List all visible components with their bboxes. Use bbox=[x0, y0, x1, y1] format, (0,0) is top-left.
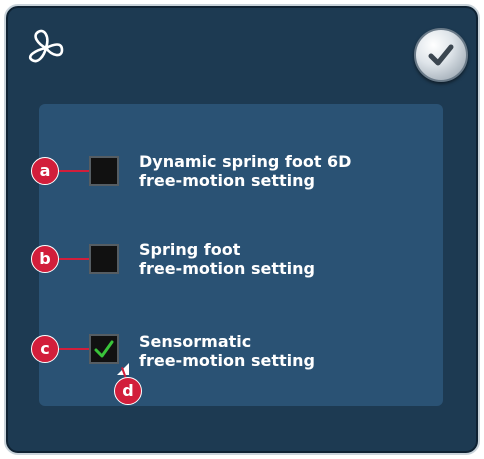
callout-leader bbox=[59, 258, 89, 260]
option-sensormatic: c Sensormatic free-motion setting d bbox=[31, 329, 443, 405]
callout-b: b bbox=[31, 245, 59, 273]
sensormatic-checkbox[interactable] bbox=[89, 334, 119, 364]
option-spring-foot: b Spring foot free-motion setting bbox=[31, 234, 443, 294]
callout-a: a bbox=[31, 157, 59, 185]
callout-c: c bbox=[31, 335, 59, 363]
option-label: Sensormatic free-motion setting bbox=[139, 332, 315, 370]
free-motion-settings-panel: a Dynamic spring foot 6D free-motion set… bbox=[4, 4, 480, 455]
fan-icon bbox=[24, 26, 68, 70]
spring-foot-checkbox[interactable] bbox=[89, 244, 119, 274]
callout-leader bbox=[59, 170, 89, 172]
option-label: Spring foot free-motion setting bbox=[139, 240, 315, 278]
confirm-button[interactable] bbox=[414, 28, 468, 82]
option-dynamic-spring-foot: a Dynamic spring foot 6D free-motion set… bbox=[31, 146, 443, 206]
callout-d: d bbox=[114, 377, 142, 405]
options-area: a Dynamic spring foot 6D free-motion set… bbox=[31, 104, 443, 406]
option-label: Dynamic spring foot 6D free-motion setti… bbox=[139, 152, 352, 190]
callout-leader bbox=[59, 348, 89, 350]
checkmark-icon bbox=[428, 44, 454, 66]
dynamic-spring-foot-checkbox[interactable] bbox=[89, 156, 119, 186]
checkmark-icon bbox=[94, 340, 114, 358]
